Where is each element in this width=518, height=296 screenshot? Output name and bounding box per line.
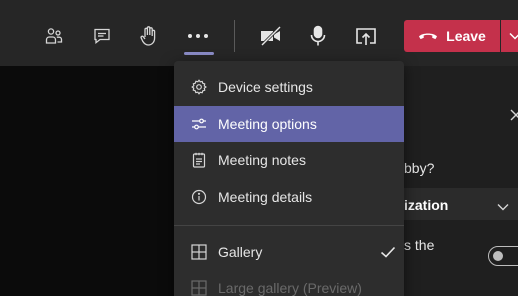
leave-button[interactable]: Leave [404,20,500,52]
ellipsis-icon [187,33,209,39]
panel-section-label: ization [404,197,449,213]
menu-item-gallery[interactable]: Gallery [174,234,404,270]
leave-label: Leave [446,28,486,44]
leave-options-button[interactable] [501,20,518,52]
active-indicator [184,52,214,55]
option-toggle[interactable] [488,246,518,266]
chat-icon [92,26,112,46]
gear-icon [174,69,218,105]
menu-item-label: Gallery [218,244,263,260]
more-actions-menu: Device settings Meeting options Meeting … [174,61,404,296]
chevron-down-icon [497,198,509,216]
close-icon[interactable] [510,108,518,126]
meeting-window: Leave bby? ization s the Device settings… [0,0,518,296]
toggle-knob [493,251,503,261]
participants-button[interactable] [36,18,72,54]
menu-item-device-settings[interactable]: Device settings [174,69,404,105]
menu-item-meeting-options[interactable]: Meeting options [174,106,404,142]
menu-item-meeting-details[interactable]: Meeting details [174,179,404,215]
chevron-down-icon [509,27,518,45]
people-icon [44,26,64,46]
menu-item-label: Meeting notes [218,152,306,168]
hang-up-icon [418,28,438,44]
grid-icon [174,270,218,296]
sliders-icon [174,106,218,142]
meeting-control-bar: Leave [0,0,518,66]
raise-hand-button[interactable] [131,18,167,54]
info-icon [174,179,218,215]
hand-icon [139,25,159,47]
menu-item-label: Large gallery (Preview) [218,280,362,296]
microphone-icon [309,25,327,47]
chat-button[interactable] [84,18,120,54]
more-actions-button[interactable] [180,18,216,54]
notes-icon [174,142,218,178]
menu-divider [174,225,404,226]
camera-off-icon [259,26,283,46]
panel-option-text: s the [404,237,435,253]
camera-button[interactable] [253,18,289,54]
checkmark-icon [380,245,396,261]
toolbar-divider [234,20,235,52]
menu-item-label: Meeting details [218,189,313,205]
grid-icon [174,234,218,270]
share-button[interactable] [348,18,384,54]
menu-item-meeting-notes[interactable]: Meeting notes [174,142,404,178]
lobby-question-text: bby? [404,160,435,176]
microphone-button[interactable] [300,18,336,54]
share-screen-icon [355,26,377,46]
menu-item-large-gallery: Large gallery (Preview) [174,270,404,296]
menu-item-label: Meeting options [218,116,317,132]
menu-item-label: Device settings [218,79,313,95]
